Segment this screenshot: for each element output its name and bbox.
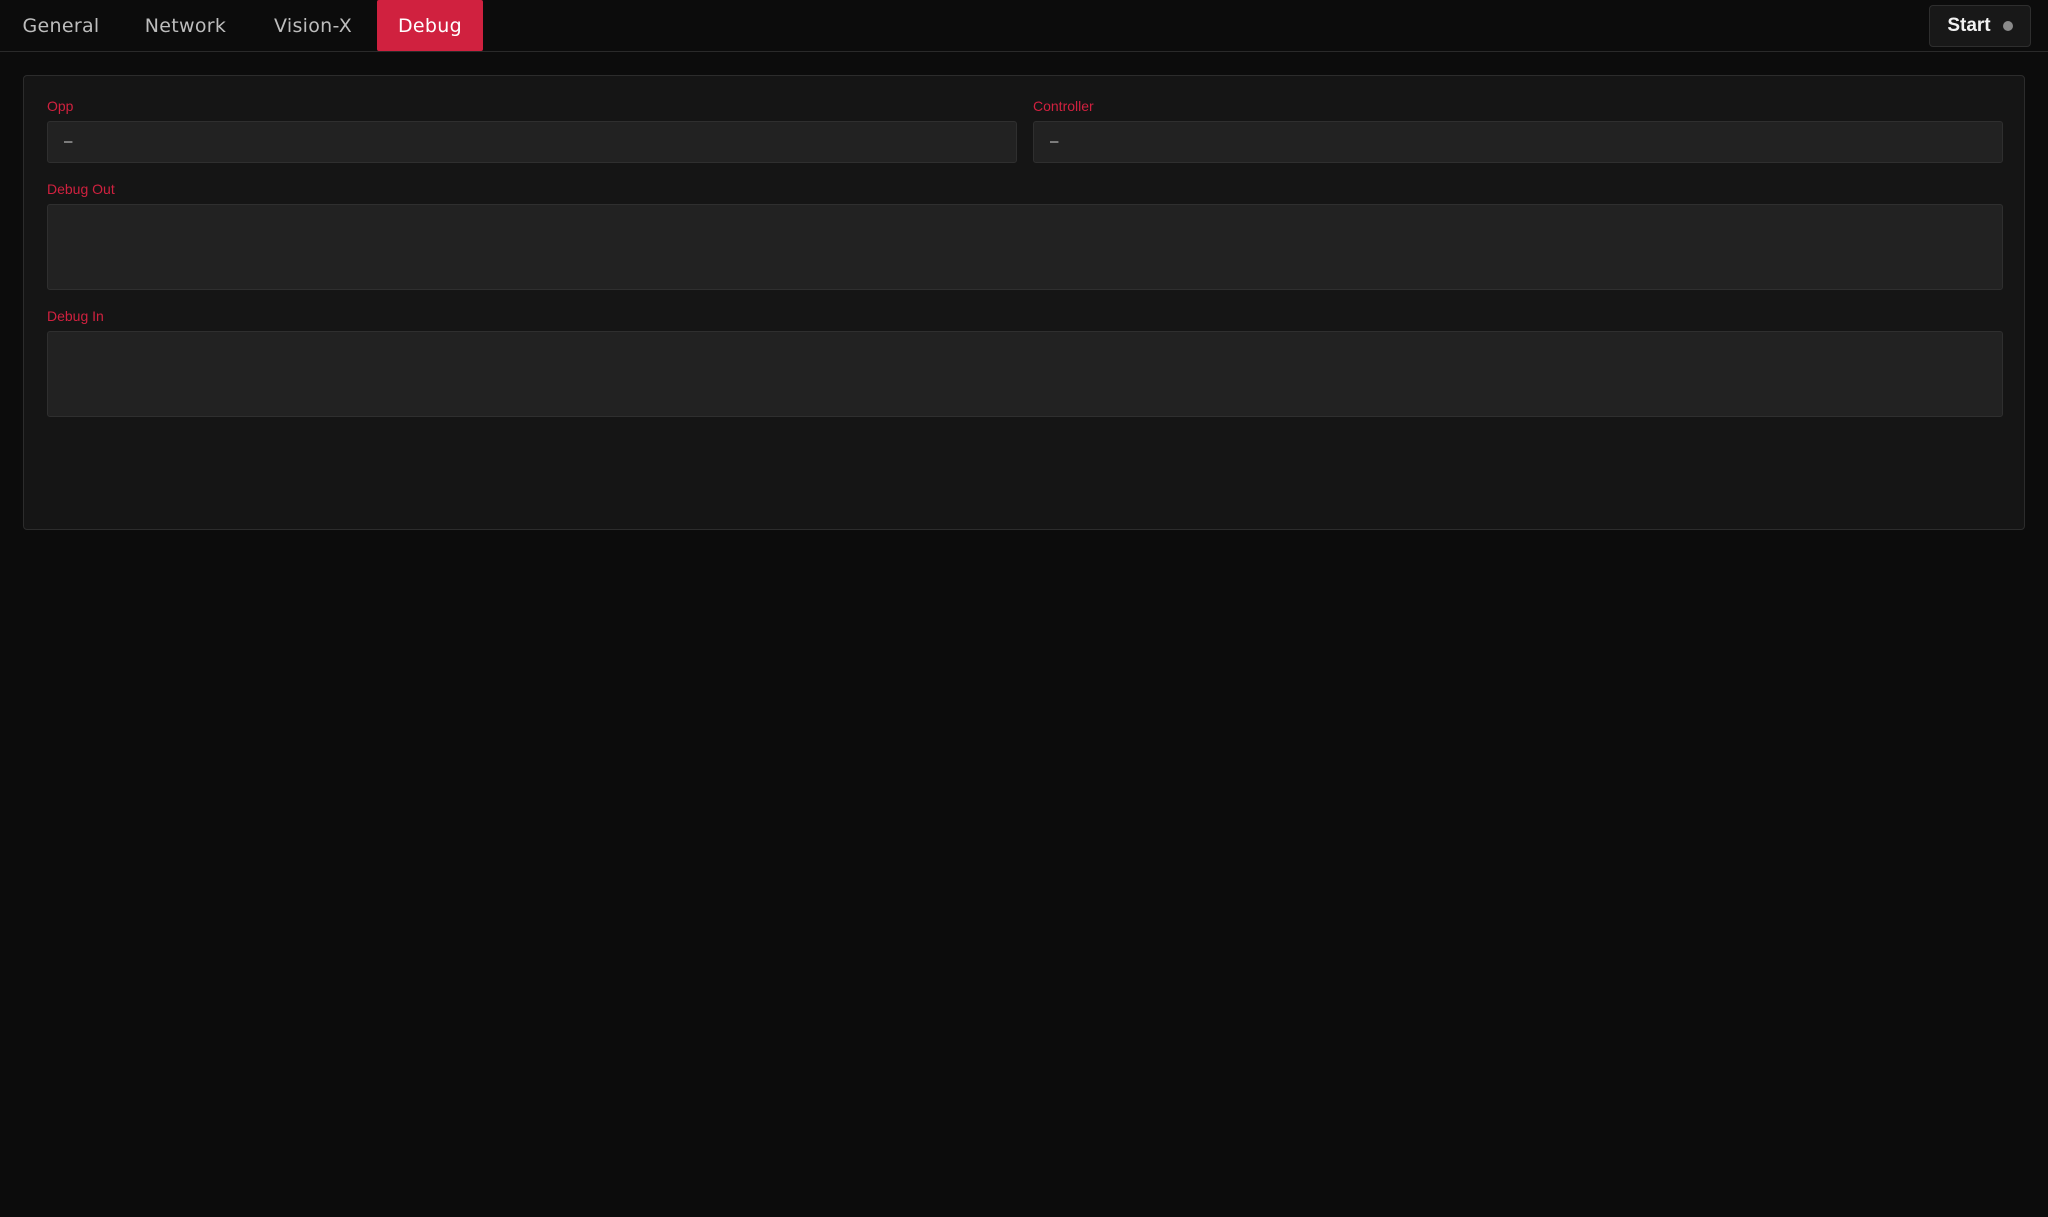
opp-value: — [64, 134, 73, 150]
tab-bar: General Network Vision-X Debug [0, 0, 483, 51]
tab-general[interactable]: General [0, 0, 122, 51]
debug-panel: Opp — Controller — Debug Out Debug In [23, 75, 2025, 530]
tab-debug[interactable]: Debug [377, 0, 483, 51]
opp-field[interactable]: — [47, 121, 1017, 163]
controller-value: — [1050, 134, 1059, 150]
controller-label: Controller [1033, 98, 1094, 114]
start-button[interactable]: Start [1929, 5, 2031, 47]
debug-out-label: Debug Out [47, 181, 115, 197]
debug-in-label: Debug In [47, 308, 104, 324]
controller-field[interactable]: — [1033, 121, 2003, 163]
debug-in-field[interactable] [47, 331, 2003, 417]
tab-vision-x[interactable]: Vision-X [249, 0, 377, 51]
tab-network[interactable]: Network [122, 0, 249, 51]
opp-label: Opp [47, 98, 74, 114]
status-dot-icon [2002, 21, 2013, 31]
debug-out-field[interactable] [47, 204, 2003, 290]
top-navigation-bar: General Network Vision-X Debug Start [0, 0, 2048, 52]
start-button-label: Start [1947, 15, 1991, 36]
